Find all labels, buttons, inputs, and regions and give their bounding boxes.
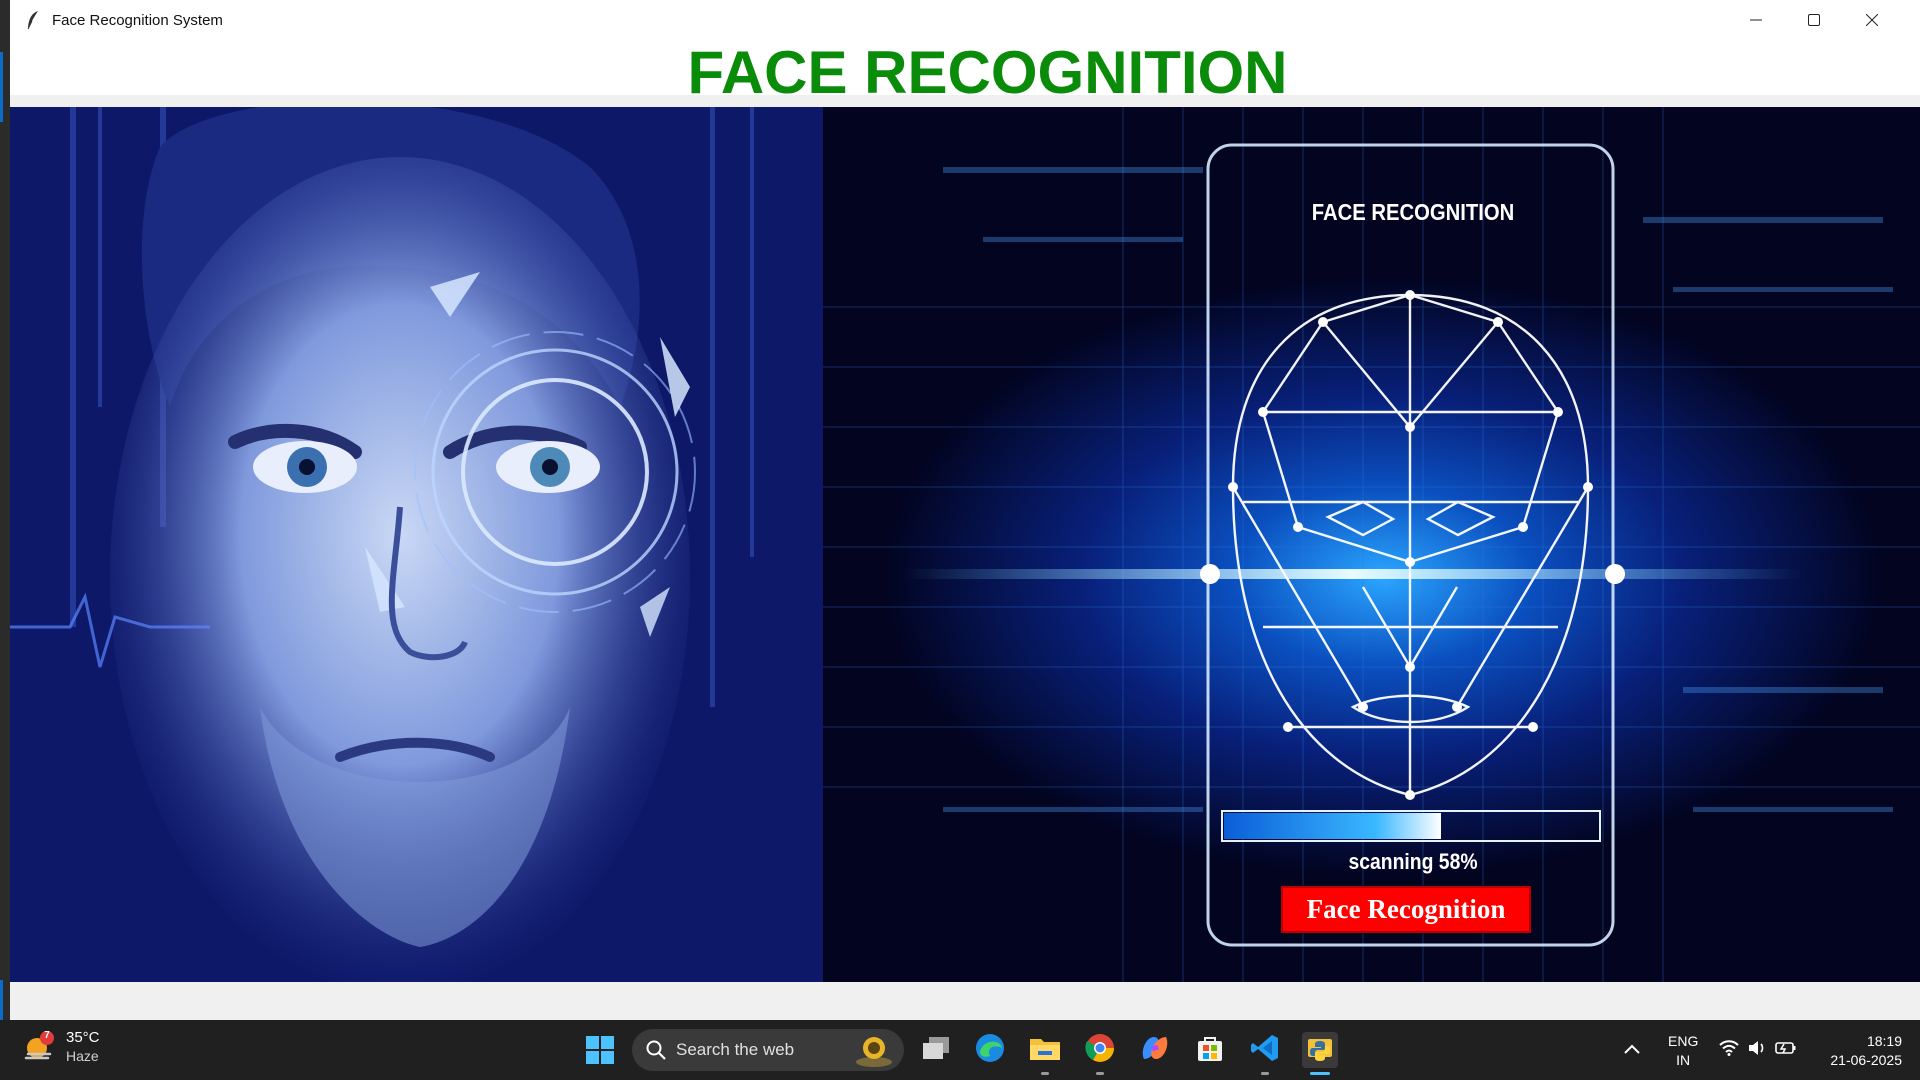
python-app-icon: [1305, 1033, 1335, 1068]
taskbar: 7 35°C Haze Search the web ENG IN 18:19 …: [0, 1020, 1920, 1080]
search-placeholder: Search the web: [676, 1040, 795, 1059]
close-button[interactable]: [1843, 0, 1901, 40]
copilot-icon: [1138, 1033, 1172, 1068]
face-recognition-button[interactable]: Face Recognition: [1281, 886, 1531, 933]
maximize-button[interactable]: [1785, 0, 1843, 40]
minimize-button[interactable]: [1727, 0, 1785, 40]
scan-progress-fill: [1224, 813, 1441, 839]
scan-panel-title: FACE RECOGNITION: [1311, 199, 1515, 225]
file-explorer-taskbar-button[interactable]: [1027, 1032, 1063, 1068]
feather-app-icon: [22, 9, 44, 31]
show-hidden-icons-button[interactable]: [1614, 1032, 1650, 1068]
title-bar[interactable]: Face Recognition System: [10, 0, 1920, 40]
edge-accent: [0, 52, 3, 122]
edge-accent: [0, 980, 3, 1020]
task-view-button[interactable]: [918, 1032, 954, 1068]
close-icon: [1865, 11, 1879, 30]
face-eye-scan-image: [10, 107, 823, 982]
file-explorer-icon: [1028, 1033, 1062, 1068]
search-icon: [646, 1040, 666, 1060]
task-view-icon: [921, 1035, 951, 1066]
weather-badge: 7: [44, 1030, 50, 1041]
language-region: IN: [1676, 1052, 1691, 1068]
minimize-icon: [1750, 11, 1762, 30]
weather-widget[interactable]: 7 35°C Haze: [22, 1028, 100, 1066]
store-icon: [1195, 1033, 1225, 1068]
taskbar-search-box[interactable]: Search the web: [632, 1029, 904, 1071]
weather-temperature: 35°C: [66, 1029, 100, 1046]
edge-icon: [974, 1032, 1006, 1069]
vscode-icon: [1250, 1033, 1280, 1068]
separator-bar: [10, 95, 1920, 107]
vscode-taskbar-button[interactable]: [1247, 1032, 1283, 1068]
scan-status-text: scanning 58%: [1348, 849, 1478, 874]
input-language-indicator[interactable]: ENG IN: [1668, 1032, 1698, 1070]
taskbar-clock[interactable]: 18:19 21-06-2025: [1810, 1032, 1902, 1070]
edge-taskbar-button[interactable]: [972, 1032, 1008, 1068]
chevron-up-icon: [1624, 1041, 1640, 1059]
battery-icon: [1775, 1040, 1797, 1061]
app-window: Face Recognition System FACE RECOGNITION: [0, 0, 1920, 1020]
window-edge: [0, 0, 10, 1020]
running-indicator: [1096, 1072, 1104, 1075]
face-eye-scan-artwork: [10, 107, 823, 982]
start-button[interactable]: [585, 1035, 615, 1065]
copilot-taskbar-button[interactable]: [1137, 1032, 1173, 1068]
bottom-strip: [10, 982, 1920, 1020]
window-title: Face Recognition System: [52, 11, 223, 29]
active-indicator: [1310, 1072, 1330, 1075]
face-recognition-button-label: Face Recognition: [1306, 894, 1506, 924]
weather-icon: 7: [22, 1030, 56, 1064]
clock-date: 21-06-2025: [1830, 1052, 1902, 1068]
store-taskbar-button[interactable]: [1192, 1032, 1228, 1068]
wifi-icon: [1719, 1039, 1739, 1061]
running-indicator: [1261, 1072, 1269, 1075]
python-app-taskbar-button[interactable]: [1302, 1032, 1338, 1068]
system-tray-quick-settings[interactable]: [1708, 1032, 1808, 1068]
volume-icon: [1747, 1040, 1767, 1061]
weather-description: Haze: [66, 1048, 99, 1064]
chrome-taskbar-button[interactable]: [1082, 1032, 1118, 1068]
chrome-icon: [1084, 1032, 1116, 1069]
heading-banner: FACE RECOGNITION: [10, 39, 1920, 106]
language-code: ENG: [1668, 1033, 1699, 1049]
clock-time: 18:19: [1866, 1033, 1902, 1049]
search-highlight-icon: [854, 1032, 894, 1068]
face-mesh-scan-image: FACE RECOGNITION scanning 58% Face Recog…: [823, 107, 1920, 982]
running-indicator: [1041, 1072, 1049, 1075]
maximize-icon: [1808, 11, 1820, 30]
windows-start-icon: [585, 1036, 615, 1069]
